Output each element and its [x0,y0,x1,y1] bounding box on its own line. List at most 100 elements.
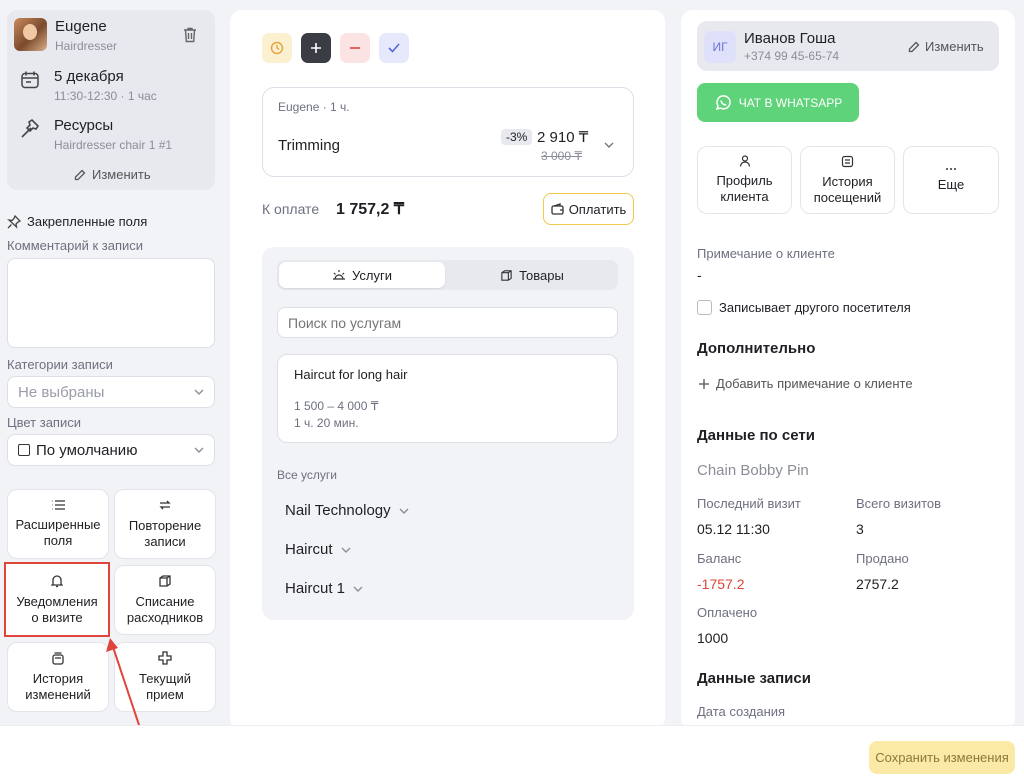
pay-button[interactable]: Оплатить [543,193,634,225]
stat-sold: Продано 2757.2 [856,551,909,592]
chevron-down-icon[interactable] [604,142,614,148]
category-haircut-1[interactable]: Haircut 1 [285,580,363,597]
client-note-label: Примечание о клиенте [697,246,835,261]
sun-icon [333,270,345,280]
service-old-price: 3 000 ₸ [541,149,582,163]
chevron-down-icon [399,508,409,514]
repeat-icon [158,498,172,512]
record-title: Данные записи [697,670,811,687]
stat-balance: Баланс -1757.2 [697,551,745,592]
service-name: Trimming [278,137,340,154]
pencil-icon [74,169,86,180]
service-price: 2 910 ₸ [537,129,589,146]
comment-label: Комментарий к записи [7,238,144,253]
visit-history-button[interactable]: История посещений [800,146,895,214]
specialist-role: Hairdresser [55,39,118,53]
color-swatch [18,444,30,456]
save-changes-button[interactable]: Сохранить изменения [869,741,1015,774]
network-name: Chain Bobby Pin [697,462,809,479]
resources-value: Hairdresser chair 1 #1 [54,138,173,152]
edit-client-button[interactable]: Изменить [908,39,984,54]
clock-icon [270,41,284,55]
date-row[interactable]: 5 декабря 11:30-12:30 · 1 час [18,68,157,103]
plus-icon [699,378,709,389]
category-haircut[interactable]: Haircut [285,541,351,558]
service-meta: Eugene · 1 ч. [278,100,350,114]
client-name: Иванов Гоша [744,30,836,47]
created-date-label: Дата создания [697,704,786,719]
box-icon [158,574,172,588]
client-phone: +374 99 45-65-74 [744,49,840,63]
clipboard-icon [841,155,854,168]
trash-icon[interactable] [183,27,197,43]
color-label: Цвет записи [7,415,81,430]
chevron-down-icon [194,389,204,395]
status-check-button[interactable] [379,33,409,63]
plus-outline-icon [158,651,172,665]
specialist-name: Eugene [55,18,107,35]
history-icon [51,651,65,665]
stat-last-visit: Последний визит 05.12 11:30 [697,496,801,537]
categories-select[interactable]: Не выбраны [7,376,215,408]
suggested-service-price: 1 500 – 4 000 ₸ [294,399,379,413]
extended-fields-tile[interactable]: Расширенные поля [7,489,109,559]
suggested-service-duration: 1 ч. 20 мин. [294,416,359,430]
change-history-tile[interactable]: История изменений [7,642,109,712]
consumables-writeoff-tile[interactable]: Списание расходников [114,565,216,635]
client-profile-button[interactable]: Профиль клиента [697,146,792,214]
chevron-down-icon [341,547,351,553]
color-select[interactable]: По умолчанию [7,434,215,466]
status-plus-button[interactable] [301,33,331,63]
stat-total-visits: Всего визитов 3 [856,496,942,537]
resources-row[interactable]: Ресурсы Hairdresser chair 1 #1 [18,117,172,152]
specialist-avatar [14,18,47,51]
pencil-icon [908,41,920,52]
pay-amount: 1 757,2 ₸ [336,201,405,218]
cube-icon [501,269,512,281]
service-search-input[interactable] [277,307,618,338]
client-note-value: - [697,267,702,283]
stat-paid: Оплачено 1000 [697,605,758,646]
date-label: 5 декабря [54,68,124,85]
other-visitor-checkbox[interactable]: Записывает другого посетителя [697,300,911,315]
all-services-label: Все услуги [277,468,337,482]
calendar-icon [18,68,42,92]
edit-label: Изменить [92,167,151,182]
repeat-appointment-tile[interactable]: Повторение записи [114,489,216,559]
pin-icon [7,214,21,229]
chevron-down-icon [353,586,363,592]
plus-icon [311,43,321,53]
pay-label: К оплате [262,201,320,217]
network-title: Данные по сети [697,427,815,444]
comment-field[interactable] [7,258,215,348]
more-button[interactable]: Еще [903,146,999,214]
tab-products[interactable]: Товары [447,262,617,288]
person-icon [739,155,751,167]
date-time: 11:30-12:30 · 1 час [54,89,157,103]
chevron-down-icon [194,447,204,453]
edit-appointment-button[interactable]: Изменить [74,167,151,182]
add-client-note-button[interactable]: Добавить примечание о клиенте [699,376,913,391]
category-nail-technology[interactable]: Nail Technology [285,502,409,519]
specialist-row[interactable]: Eugene Hairdresser [14,18,117,53]
client-avatar: ИГ [704,31,736,63]
checkbox[interactable] [697,300,712,315]
list-icon [51,499,65,511]
tab-services[interactable]: Услуги [279,262,445,288]
check-icon [388,43,400,53]
whatsapp-icon [715,94,731,110]
categories-placeholder: Не выбраны [18,383,105,401]
visit-notifications-tile[interactable]: Уведомления о визите [4,562,110,637]
wallet-icon [551,203,564,215]
more-icon [945,167,957,171]
minus-icon [350,47,360,49]
color-value: По умолчанию [36,441,138,459]
pinned-fields-title: Закрепленные поля [7,214,147,229]
extra-title: Дополнительно [697,340,816,357]
categories-label: Категории записи [7,357,113,372]
hammer-icon [18,117,42,141]
status-minus-button[interactable] [340,33,370,63]
whatsapp-chat-button[interactable]: ЧАТ В WHATSAPP [697,83,859,122]
resources-label: Ресурсы [54,117,114,134]
status-clock-button[interactable] [262,33,292,63]
